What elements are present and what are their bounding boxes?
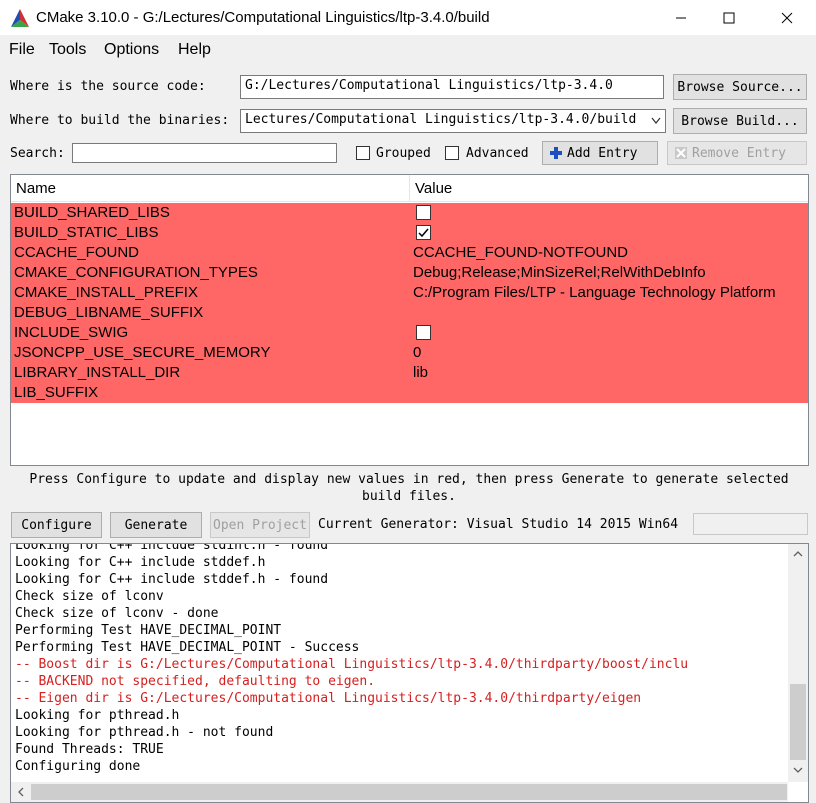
remove-icon (675, 147, 687, 159)
browse-source-button[interactable]: Browse Source... (673, 74, 807, 100)
cache-entry-checkbox[interactable] (416, 225, 431, 240)
scroll-up-icon[interactable] (793, 550, 803, 558)
cache-entry-name: DEBUG_LIBNAME_SUFFIX (14, 304, 204, 321)
column-divider[interactable] (409, 175, 410, 202)
browse-build-button[interactable]: Browse Build... (673, 108, 807, 134)
close-button[interactable] (764, 0, 810, 36)
log-line: Looking for C++ include stdint.h - found (15, 543, 329, 553)
current-generator-label: Current Generator: Visual Studio 14 2015… (318, 517, 679, 532)
scroll-down-icon[interactable] (793, 766, 803, 774)
advanced-label: Advanced (466, 146, 529, 161)
log-line: Check size of lconv - done (15, 606, 219, 621)
cache-entry-name: JSONCPP_USE_SECURE_MEMORY (14, 344, 271, 361)
cache-table: Name Value BUILD_SHARED_LIBS BUILD_STATIC… (10, 174, 809, 466)
cache-entry-value[interactable]: lib (413, 364, 808, 381)
scroll-left-icon[interactable] (17, 787, 25, 797)
grouped-checkbox[interactable] (356, 146, 370, 160)
binaries-path-combobox[interactable]: Lectures/Computational Linguistics/ltp-3… (240, 109, 666, 133)
table-row[interactable]: LIBRARY_INSTALL_DIR lib (11, 363, 808, 383)
cache-entry-name: BUILD_SHARED_LIBS (14, 204, 170, 221)
source-path-field[interactable]: G:/Lectures/Computational Linguistics/lt… (240, 75, 664, 99)
cache-entry-checkbox[interactable] (416, 205, 431, 220)
log-line: Looking for C++ include stddef.h - found (15, 572, 329, 587)
cache-entry-name: LIBRARY_INSTALL_DIR (14, 364, 181, 381)
minimize-button[interactable] (658, 0, 704, 36)
output-log[interactable]: Looking for C++ include stdint.h - found… (10, 543, 809, 803)
cache-entry-name: CMAKE_CONFIGURATION_TYPES (14, 264, 258, 281)
log-line: Looking for pthread.h - not found (15, 725, 274, 740)
menu-options[interactable]: Options (104, 41, 159, 59)
log-line: -- Boost dir is G:/Lectures/Computationa… (15, 657, 689, 672)
table-header: Name Value (11, 175, 808, 202)
minimize-icon (676, 17, 686, 19)
column-header-name[interactable]: Name (16, 180, 56, 197)
menu-tools[interactable]: Tools (49, 41, 86, 59)
vertical-scrollbar[interactable] (788, 544, 808, 782)
menu-file[interactable]: File (9, 41, 35, 59)
table-row[interactable]: CCACHE_FOUND CCACHE_FOUND-NOTFOUND (11, 243, 808, 263)
log-line: Found Threads: TRUE (15, 742, 164, 757)
cache-entry-name: CMAKE_INSTALL_PREFIX (14, 284, 198, 301)
remove-entry-label: Remove Entry (692, 145, 786, 161)
add-entry-label: Add Entry (567, 145, 638, 161)
log-line: Configuring done (15, 759, 141, 774)
table-row[interactable]: CMAKE_CONFIGURATION_TYPES Debug;Release;M… (11, 263, 808, 283)
configure-hint: Press Configure to update and display ne… (29, 472, 789, 504)
grouped-label: Grouped (376, 146, 431, 161)
cmake-logo-icon (11, 9, 29, 27)
window-title: CMake 3.10.0 - G:/Lectures/Computational… (36, 9, 490, 26)
menu-bar: File Tools Options Help (0, 37, 816, 65)
add-entry-button[interactable]: Add Entry (542, 141, 658, 165)
progress-bar (693, 513, 808, 535)
log-lines: Looking for C++ include stdint.h - found… (15, 543, 785, 775)
cache-entry-name: LIB_SUFFIX (14, 384, 99, 401)
generate-button[interactable]: Generate (110, 512, 202, 538)
log-line: Check size of lconv (15, 589, 164, 604)
advanced-checkbox[interactable] (445, 146, 459, 160)
log-line: Performing Test HAVE_DECIMAL_POINT (15, 623, 282, 638)
cache-entry-value[interactable]: 0 (413, 344, 808, 361)
cache-entry-name: BUILD_STATIC_LIBS (14, 224, 159, 241)
horizontal-scrollbar[interactable] (11, 782, 788, 802)
log-line: -- BACKEND not specified, defaulting to … (15, 674, 376, 689)
column-header-value[interactable]: Value (415, 180, 452, 197)
cache-entry-checkbox[interactable] (416, 325, 431, 340)
cache-entry-name: INCLUDE_SWIG (14, 324, 129, 341)
table-rows: BUILD_SHARED_LIBS BUILD_STATIC_LIBS CCACHE… (11, 203, 808, 403)
log-line: -- Eigen dir is G:/Lectures/Computationa… (15, 691, 642, 706)
remove-entry-button[interactable]: Remove Entry (667, 141, 807, 165)
maximize-icon (723, 12, 735, 24)
table-row[interactable]: BUILD_STATIC_LIBS (11, 223, 808, 243)
vertical-scroll-thumb[interactable] (790, 684, 806, 760)
close-icon (781, 12, 793, 24)
configure-button[interactable]: Configure (11, 512, 102, 538)
open-project-button[interactable]: Open Project (210, 512, 310, 538)
horizontal-scroll-thumb[interactable] (31, 784, 787, 800)
table-row[interactable]: BUILD_SHARED_LIBS (11, 203, 808, 223)
title-bar: CMake 3.10.0 - G:/Lectures/Computational… (0, 0, 816, 36)
table-row[interactable]: JSONCPP_USE_SECURE_MEMORY 0 (11, 343, 808, 363)
maximize-button[interactable] (706, 0, 752, 36)
plus-icon (550, 147, 562, 159)
cache-entry-name: CCACHE_FOUND (14, 244, 140, 261)
cache-entry-value[interactable]: Debug;Release;MinSizeRel;RelWithDebInfo (413, 264, 808, 281)
log-line: Looking for C++ include stddef.h (15, 555, 266, 570)
search-label: Search: (10, 146, 65, 161)
table-row[interactable]: CMAKE_INSTALL_PREFIX C:/Program Files/LTP… (11, 283, 808, 303)
binaries-label: Where to build the binaries: (10, 113, 230, 128)
table-row[interactable]: LIB_SUFFIX (11, 383, 808, 403)
binaries-path-value: Lectures/Computational Linguistics/ltp-3… (245, 112, 637, 127)
checkmark-icon (418, 228, 429, 238)
cache-entry-value[interactable]: CCACHE_FOUND-NOTFOUND (413, 244, 808, 261)
table-row[interactable]: DEBUG_LIBNAME_SUFFIX (11, 303, 808, 323)
search-input[interactable] (72, 143, 337, 163)
menu-help[interactable]: Help (178, 41, 211, 59)
cache-entry-value[interactable]: C:/Program Files/LTP - Language Technolo… (413, 284, 808, 301)
log-line: Looking for pthread.h (15, 708, 180, 723)
table-row[interactable]: INCLUDE_SWIG (11, 323, 808, 343)
log-line: Performing Test HAVE_DECIMAL_POINT - Suc… (15, 640, 360, 655)
source-label: Where is the source code: (10, 79, 206, 94)
chevron-down-icon (651, 117, 661, 124)
